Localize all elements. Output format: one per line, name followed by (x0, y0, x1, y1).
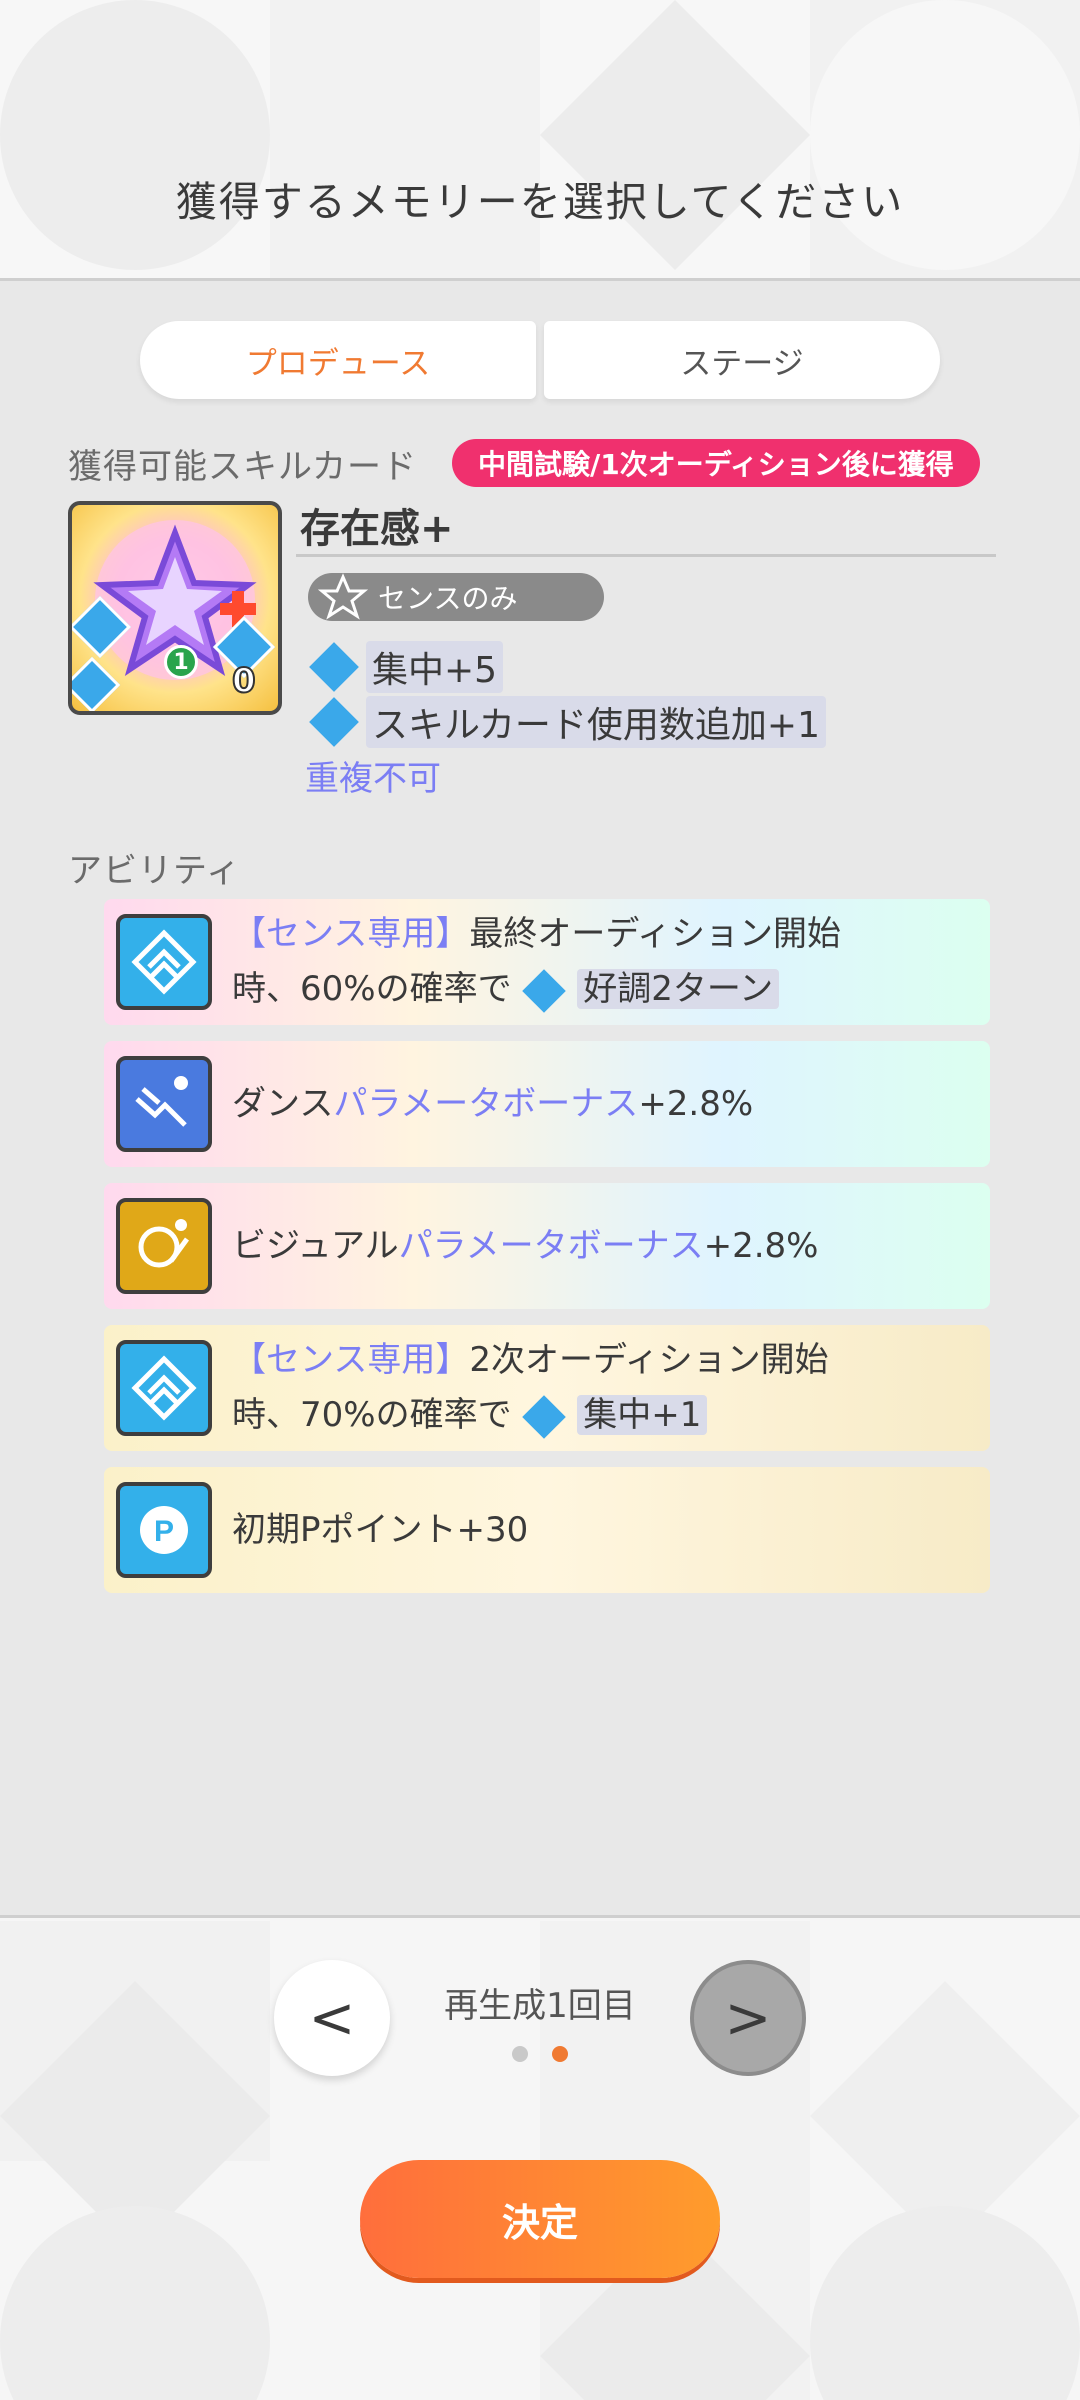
focus-icon (522, 1394, 567, 1439)
tab-bar: プロデュース ステージ (140, 321, 940, 399)
ability-text: 【センス専用】最終オーディション開始 時、60%の確率で 好調2ターン (232, 907, 841, 1017)
good-condition-icon (522, 968, 567, 1013)
ability-row[interactable]: 【センス専用】最終オーディション開始 時、60%の確率で 好調2ターン (104, 899, 990, 1025)
focus-icon (309, 642, 359, 692)
card-effect-1: 集中+5 (309, 641, 504, 693)
ability-text: ダンスパラメータボーナス+2.8% (232, 1083, 754, 1124)
effect-text: 集中+5 (366, 641, 504, 693)
plus-one-icon (309, 697, 359, 747)
ability-row[interactable]: ダンスパラメータボーナス+2.8% (104, 1041, 990, 1167)
cost-badge: 1 (164, 645, 198, 679)
dance-icon (116, 1056, 212, 1152)
background-pattern (0, 0, 1080, 278)
tab-stage[interactable]: ステージ (544, 321, 940, 399)
p-point-icon: P (116, 1482, 212, 1578)
page-dot (512, 2046, 528, 2062)
ability-row[interactable]: 【センス専用】2次オーディション開始 時、70%の確率で 集中+1 (104, 1325, 990, 1451)
ability-row[interactable]: P 初期Pポイント+30 (104, 1467, 990, 1593)
memory-panel: プロデュース ステージ 獲得可能スキルカード 中間試験/1次オーディション後に獲… (0, 278, 1080, 1918)
ability-text: 初期Pポイント+30 (232, 1509, 529, 1550)
visual-icon (116, 1198, 212, 1294)
no-duplicate-link[interactable]: 重複不可 (305, 751, 441, 800)
next-button[interactable]: > (690, 1960, 806, 2076)
skill-card-image[interactable]: 1 0 (68, 501, 282, 715)
card-type-label: センスのみ (378, 582, 518, 615)
page-title: 獲得するメモリーを選択してください (175, 178, 905, 226)
header: 獲得するメモリーを選択してください (0, 0, 1080, 278)
ability-row[interactable]: ビジュアルパラメータボーナス+2.8% (104, 1183, 990, 1309)
svg-text:P: P (154, 1515, 174, 1548)
card-name: 存在感+ (300, 506, 454, 552)
card-name-underline (296, 554, 996, 557)
ability-text: 【センス専用】2次オーディション開始 時、70%の確率で 集中+1 (232, 1333, 829, 1443)
skill-section-label: 獲得可能スキルカード (68, 447, 417, 487)
regen-count-label: 再生成1回目 (444, 1986, 636, 2026)
sense-icon (318, 573, 368, 620)
page-dot-active (552, 2046, 568, 2062)
sense-chevron-icon (116, 914, 212, 1010)
sense-chevron-icon (116, 1340, 212, 1436)
ability-text: ビジュアルパラメータボーナス+2.8% (232, 1225, 819, 1266)
card-effect-2: スキルカード使用数追加+1 (309, 696, 826, 748)
effect-text: スキルカード使用数追加+1 (366, 696, 826, 748)
tab-produce[interactable]: プロデュース (140, 321, 536, 399)
card-counter: 0 (231, 660, 257, 702)
ability-section-label: アビリティ (68, 851, 241, 891)
condition-badge: 中間試験/1次オーディション後に獲得 (452, 439, 980, 487)
confirm-button[interactable]: 決定 (360, 2160, 720, 2278)
card-type-badge: センスのみ (308, 573, 604, 621)
